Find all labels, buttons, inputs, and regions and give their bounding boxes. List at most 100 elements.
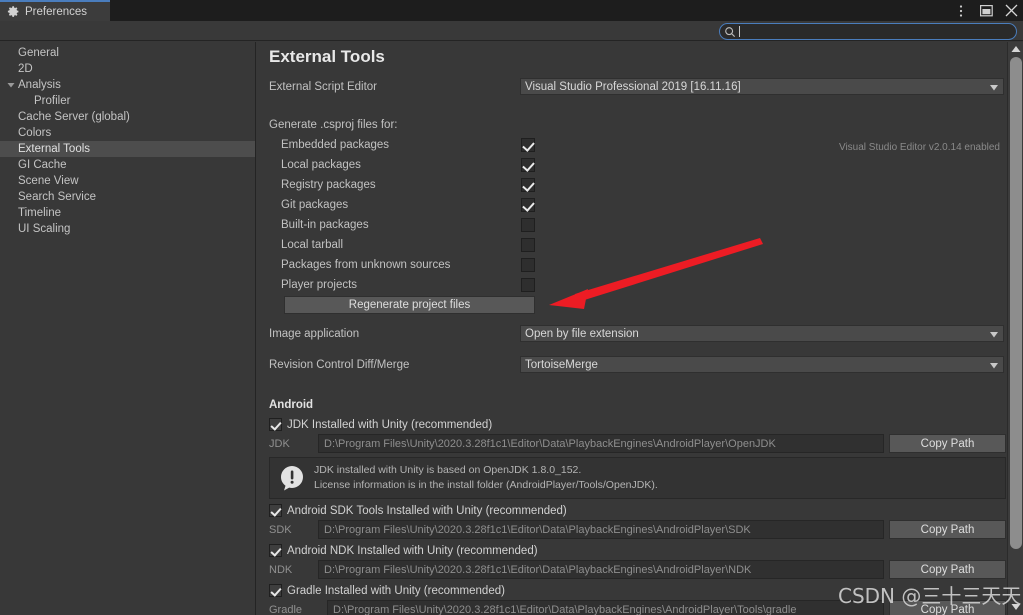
csproj-checkbox-embedded-packages[interactable]: [521, 138, 535, 152]
sdk-path-field[interactable]: D:\Program Files\Unity\2020.3.28f1c1\Edi…: [318, 520, 884, 539]
csproj-checkbox-local-tarball[interactable]: [521, 238, 535, 252]
ndk-path-label: NDK: [269, 564, 293, 576]
jdk-copy-path-button[interactable]: Copy Path: [889, 434, 1006, 453]
generate-csproj-label: Generate .csproj files for:: [269, 119, 398, 131]
sidebar-item-label: Colors: [18, 127, 52, 139]
sidebar-item-label: Cache Server (global): [18, 111, 130, 123]
sdk-installed-checkbox[interactable]: [269, 504, 282, 517]
sdk-copy-path-button[interactable]: Copy Path: [889, 520, 1006, 539]
jdk-path-label: JDK: [269, 438, 290, 450]
sidebar-item-2d[interactable]: 2D: [0, 61, 255, 77]
preferences-window: Preferences General 2D Analysis Profiler…: [0, 0, 1023, 615]
csproj-checkbox-local-packages[interactable]: [521, 158, 535, 172]
title-bar: Preferences: [0, 0, 1023, 21]
sidebar-item-scene-view[interactable]: Scene View: [0, 173, 255, 189]
chevron-down-icon: [990, 363, 998, 369]
gradle-installed-checkbox[interactable]: [269, 584, 282, 597]
ndk-copy-path-button[interactable]: Copy Path: [889, 560, 1006, 579]
ndk-installed-label: Android NDK Installed with Unity (recomm…: [287, 545, 538, 557]
jdk-info-box: JDK installed with Unity is based on Ope…: [269, 457, 1006, 499]
sidebar-item-gi-cache[interactable]: GI Cache: [0, 157, 255, 173]
csproj-option-label: Git packages: [281, 199, 349, 211]
revision-control-dropdown[interactable]: TortoiseMerge: [520, 356, 1004, 373]
sidebar-item-label: External Tools: [18, 143, 91, 155]
jdk-info-line-1: JDK installed with Unity is based on Ope…: [314, 464, 582, 476]
vertical-scrollbar[interactable]: [1007, 42, 1023, 615]
jdk-path-field[interactable]: D:\Program Files\Unity\2020.3.28f1c1\Edi…: [318, 434, 884, 453]
gradle-path-field[interactable]: D:\Program Files\Unity\2020.3.28f1c1\Edi…: [327, 600, 884, 615]
gear-icon: [7, 6, 19, 17]
external-script-editor-value: Visual Studio Professional 2019 [16.11.1…: [525, 80, 741, 93]
csproj-row-local-packages[interactable]: Local packages: [257, 157, 1006, 175]
sidebar-item-timeline[interactable]: Timeline: [0, 205, 255, 221]
watermark: CSDN @三十三天天: [838, 584, 1022, 608]
image-application-value: Open by file extension: [525, 327, 639, 340]
sidebar-item-label: General: [18, 47, 59, 59]
page-title: External Tools: [269, 47, 385, 66]
sidebar-item-ui-scaling[interactable]: UI Scaling: [0, 221, 255, 237]
csproj-row-local-tarball[interactable]: Local tarball: [257, 237, 1006, 255]
csproj-row-builtin-packages[interactable]: Built-in packages: [257, 217, 1006, 235]
close-icon[interactable]: [1003, 3, 1019, 19]
chevron-down-icon: [990, 332, 998, 338]
jdk-installed-checkbox[interactable]: [269, 418, 282, 431]
scrollbar-thumb[interactable]: [1010, 57, 1022, 549]
info-bubble-icon: [281, 466, 303, 491]
window-controls: [953, 0, 1019, 21]
search-icon: [725, 26, 736, 37]
csproj-option-label: Player projects: [281, 279, 358, 291]
image-application-label: Image application: [269, 328, 360, 340]
sidebar-item-label: Scene View: [18, 175, 79, 187]
csproj-row-embedded-packages[interactable]: Embedded packages: [257, 137, 1006, 155]
chevron-down-icon: [990, 85, 998, 91]
sidebar-item-general[interactable]: General: [0, 45, 255, 61]
revision-control-label: Revision Control Diff/Merge: [269, 359, 410, 371]
sidebar-item-label: Timeline: [18, 207, 62, 219]
search-input[interactable]: [740, 24, 1016, 39]
scroll-up-arrow-icon[interactable]: [1010, 43, 1022, 55]
sidebar-item-colors[interactable]: Colors: [0, 125, 255, 141]
csproj-checkbox-unknown-sources[interactable]: [521, 258, 535, 272]
csproj-row-registry-packages[interactable]: Registry packages: [257, 177, 1006, 195]
sidebar-item-label: UI Scaling: [18, 223, 71, 235]
csproj-checkbox-registry-packages[interactable]: [521, 178, 535, 192]
csproj-row-player-projects[interactable]: Player projects: [257, 277, 1006, 295]
csproj-option-label: Local packages: [281, 159, 361, 171]
jdk-installed-label: JDK Installed with Unity (recommended): [287, 419, 493, 431]
regenerate-project-files-button[interactable]: Regenerate project files: [284, 296, 535, 314]
csproj-checkbox-git-packages[interactable]: [521, 198, 535, 212]
gradle-installed-label: Gradle Installed with Unity (recommended…: [287, 585, 505, 597]
android-section-title: Android: [269, 399, 314, 411]
csproj-row-git-packages[interactable]: Git packages: [257, 197, 1006, 215]
tab-preferences[interactable]: Preferences: [0, 0, 110, 21]
csproj-option-label: Local tarball: [281, 239, 344, 251]
sidebar-item-cache-server[interactable]: Cache Server (global): [0, 109, 255, 125]
external-script-editor-dropdown[interactable]: Visual Studio Professional 2019 [16.11.1…: [520, 78, 1004, 95]
jdk-info-line-2: License information is in the install fo…: [314, 479, 658, 491]
external-script-editor-label: External Script Editor: [269, 81, 378, 93]
csproj-checkbox-player-projects[interactable]: [521, 278, 535, 292]
main-content: External Tools External Script Editor Vi…: [257, 42, 1006, 615]
sidebar-item-external-tools[interactable]: External Tools: [0, 141, 255, 157]
sidebar-item-label: 2D: [18, 63, 33, 75]
search-field[interactable]: [719, 23, 1017, 40]
sdk-path-label: SDK: [269, 524, 292, 536]
search-bar: [0, 21, 1023, 41]
sidebar-item-search-service[interactable]: Search Service: [0, 189, 255, 205]
sidebar-item-analysis[interactable]: Analysis: [0, 77, 255, 93]
image-application-dropdown[interactable]: Open by file extension: [520, 325, 1004, 342]
kebab-menu-icon[interactable]: [953, 3, 969, 19]
maximize-icon[interactable]: [978, 3, 994, 19]
csproj-row-unknown-sources[interactable]: Packages from unknown sources: [257, 257, 1006, 275]
revision-control-value: TortoiseMerge: [525, 358, 598, 371]
csproj-option-label: Embedded packages: [281, 139, 390, 151]
chevron-down-icon[interactable]: [6, 80, 16, 90]
sidebar-item-label: Profiler: [34, 95, 71, 107]
csproj-checkbox-builtin-packages[interactable]: [521, 218, 535, 232]
tab-label: Preferences: [25, 5, 88, 18]
ndk-installed-checkbox[interactable]: [269, 544, 282, 557]
sidebar-item-label: Search Service: [18, 191, 96, 203]
ndk-path-field[interactable]: D:\Program Files\Unity\2020.3.28f1c1\Edi…: [318, 560, 884, 579]
sidebar-item-profiler[interactable]: Profiler: [0, 93, 255, 109]
sidebar: General 2D Analysis Profiler Cache Serve…: [0, 42, 256, 615]
